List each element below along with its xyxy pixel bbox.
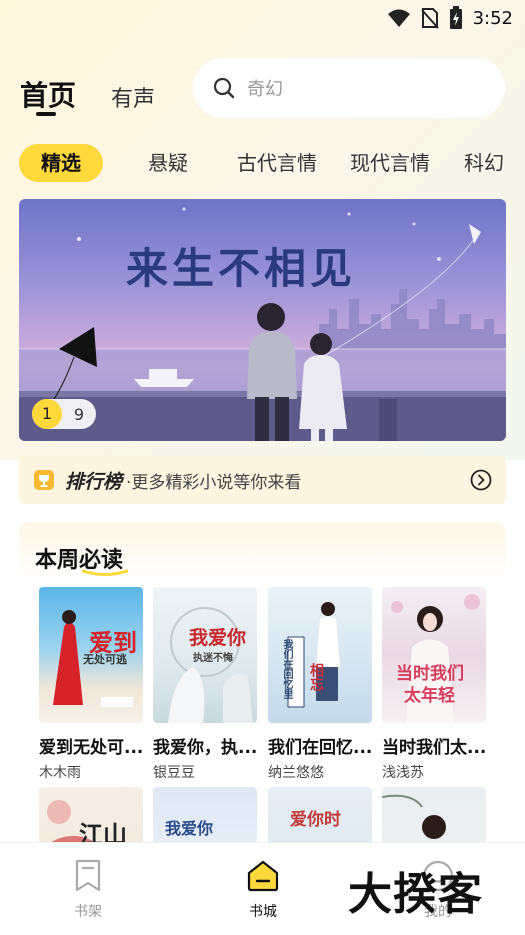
search-input[interactable]: 奇幻: [193, 58, 505, 118]
bookstore-icon: [247, 860, 279, 892]
banner-title: 来生不相见: [126, 244, 357, 293]
cover-title: 我爱你: [165, 819, 214, 838]
book-cover: 爱到 无处可逃: [39, 587, 143, 723]
cover-title: 爱你时: [290, 810, 341, 830]
wifi-icon: [387, 9, 410, 27]
book-author: 浅浅苏: [382, 765, 424, 781]
book-title: 当时我们太...: [382, 738, 487, 758]
cover-subtitle: 太年轻: [404, 686, 455, 706]
book-title: 我们在回忆...: [268, 738, 373, 758]
ranking-subtitle: ·更多精彩小说等你来看: [126, 472, 302, 493]
battery-charging-icon: [449, 6, 462, 29]
watermark-text: 大揆客: [348, 869, 483, 920]
trophy-icon: [34, 470, 54, 490]
book-title: 爱到无处可...: [39, 738, 144, 758]
nav-bookstore[interactable]: 书城: [223, 859, 303, 921]
cover-title: 我爱你: [189, 627, 247, 649]
cover-subtitle: 我们在回忆里: [281, 639, 292, 699]
bookmark-icon: [75, 859, 101, 892]
cover-subtitle: 执迷不悔: [193, 653, 233, 664]
book-cover: 我爱你 执迷不悔: [153, 587, 257, 723]
tab-active-indicator: [36, 112, 56, 116]
nav-label: 书架: [74, 904, 102, 920]
tab-home[interactable]: 首页: [20, 74, 76, 114]
cover-subtitle: 无处可逃: [83, 653, 127, 666]
nav-label: 书城: [249, 904, 277, 920]
book-author: 纳兰悠悠: [268, 765, 324, 781]
search-placeholder: 奇幻: [247, 79, 283, 100]
book-card[interactable]: 相忘 我们在回忆里 我们在回忆... 纳兰悠悠: [268, 587, 372, 782]
cover-title: 相忘: [308, 663, 324, 691]
category-tab-mystery[interactable]: 悬疑: [148, 144, 188, 182]
search-icon: [213, 77, 235, 99]
book-card[interactable]: 我爱你 执迷不悔 我爱你，执... 银豆豆: [153, 587, 257, 782]
no-sim-icon: [420, 8, 439, 29]
book-cover: 相忘 我们在回忆里: [268, 587, 372, 723]
pager-total: 9: [73, 404, 85, 424]
tab-audio[interactable]: 有声: [111, 81, 155, 113]
banner-pager: 1 9: [32, 399, 96, 429]
book-title: 我爱你，执...: [153, 738, 258, 758]
title-decoration: [82, 569, 128, 576]
category-tab-modern-romance[interactable]: 现代言情: [350, 144, 430, 182]
category-tab-featured[interactable]: 精选: [19, 144, 103, 182]
nav-bookshelf[interactable]: 书架: [48, 859, 128, 921]
status-time: 3:52: [472, 7, 513, 29]
category-tab-ancient-romance[interactable]: 古代言情: [237, 144, 317, 182]
header: 首页 有声 奇幻: [0, 56, 525, 126]
ranking-entry[interactable]: 排行榜 ·更多精彩小说等你来看: [19, 456, 506, 504]
category-tabs: 精选 悬疑 古代言情 现代言情 科幻: [0, 144, 525, 184]
status-icons: 3:52: [387, 6, 513, 30]
ranking-title: 排行榜: [65, 470, 123, 493]
book-author: 银豆豆: [153, 765, 195, 781]
chevron-right-circle-icon: [470, 469, 492, 491]
book-card[interactable]: 当时我们 太年轻 当时我们太... 浅浅苏: [382, 587, 486, 782]
weekly-must-read-section: 本周必读 爱到 无处可逃 爱到无处可... 木木雨 我爱你 执迷不悔 我爱你，执…: [19, 522, 506, 923]
book-cover: 当时我们 太年轻: [382, 587, 486, 723]
pager-current: 1: [32, 399, 62, 429]
book-author: 木木雨: [39, 765, 81, 781]
status-bar: 3:52: [0, 0, 525, 36]
category-tab-scifi[interactable]: 科幻: [464, 144, 504, 182]
book-card[interactable]: 爱到 无处可逃 爱到无处可... 木木雨: [39, 587, 143, 782]
